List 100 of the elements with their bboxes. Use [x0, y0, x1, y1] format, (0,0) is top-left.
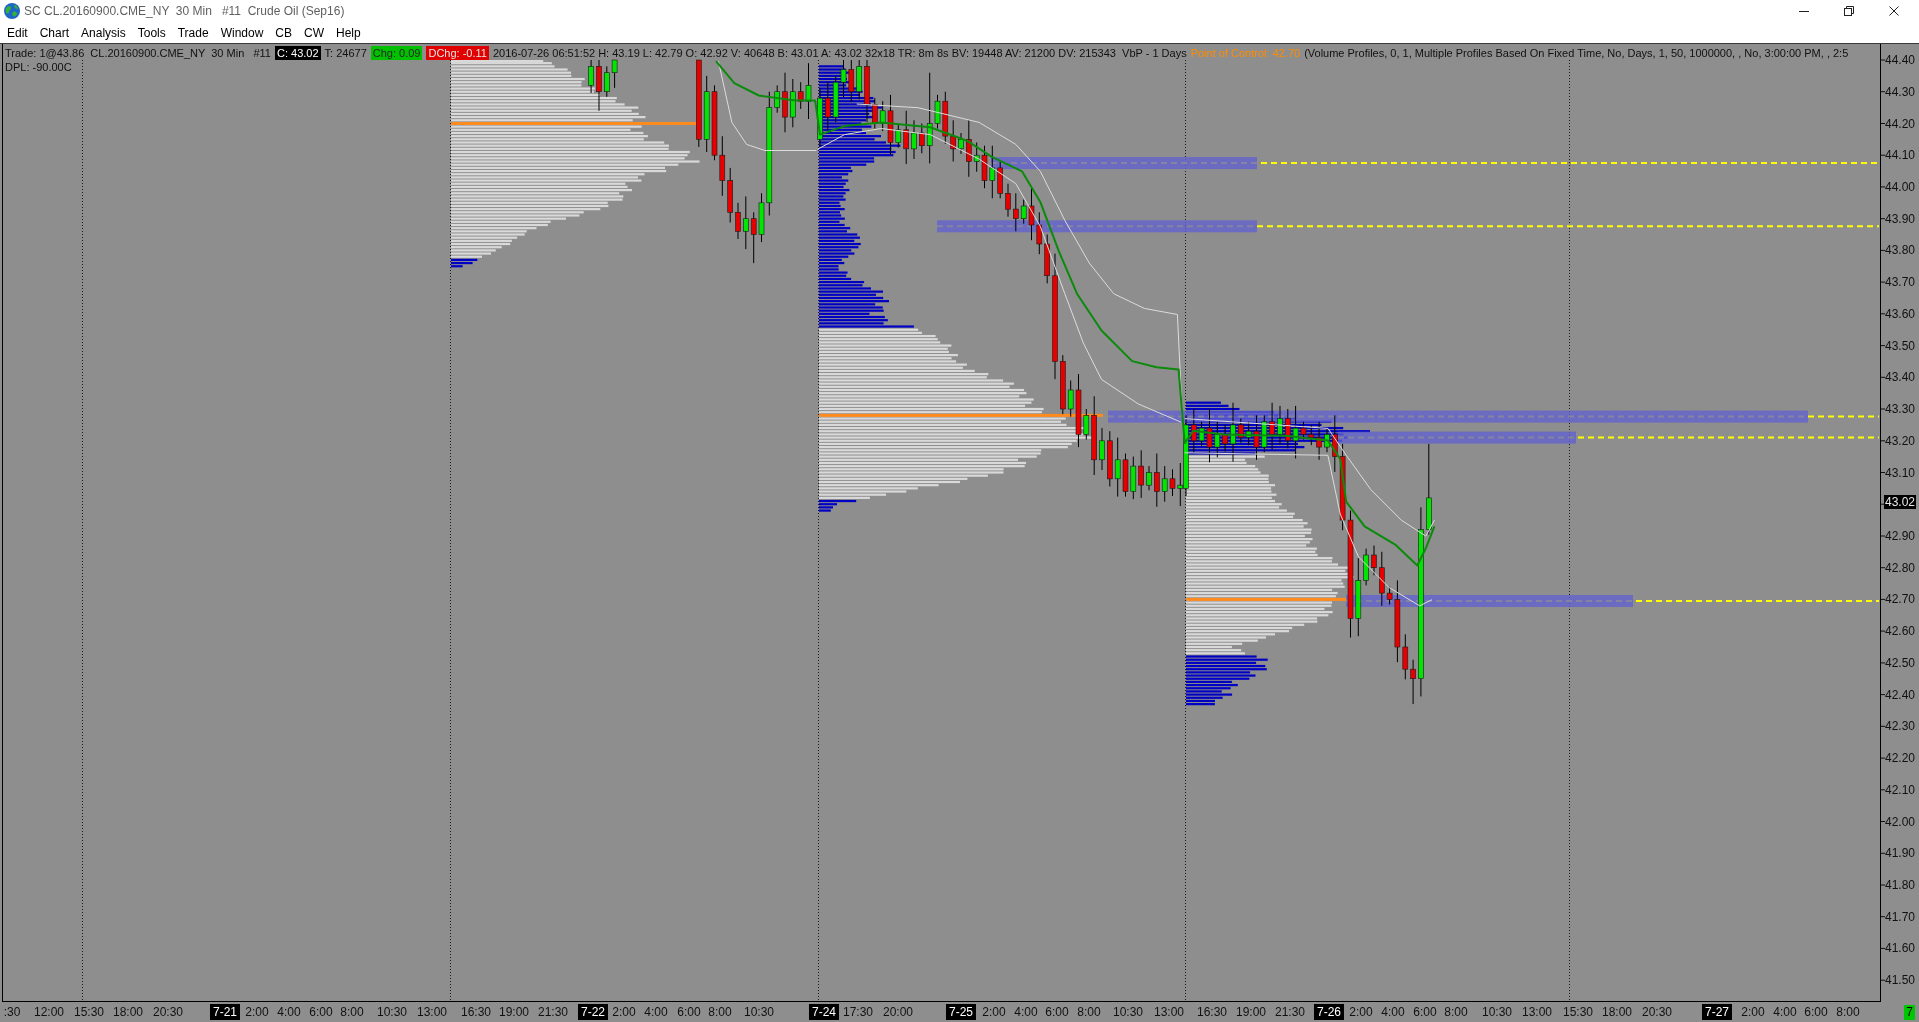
price-axis-label: 44.30: [1885, 84, 1916, 99]
time-axis-label: 10:30: [744, 1004, 774, 1020]
globe-icon: [4, 3, 20, 19]
time-axis-label: 4:00: [277, 1004, 301, 1020]
menu-item[interactable]: Analysis: [75, 24, 132, 41]
change-readout: Chg: 0.09: [370, 46, 423, 60]
date-axis-label: 7-26: [1314, 1004, 1344, 1020]
time-axis-label: 19:00: [499, 1004, 529, 1020]
date-axis-label: 7-22: [578, 1004, 608, 1020]
date-axis-label: 7-21: [210, 1004, 240, 1020]
price-axis-label: 42.70: [1885, 592, 1916, 607]
chart-info-text: T: 24677: [324, 46, 367, 60]
time-axis-label: 19:00: [1236, 1004, 1266, 1020]
time-axis-label: :30: [3, 1004, 21, 1020]
price-axis-label: 43.10: [1885, 465, 1916, 480]
time-axis-label: 20:30: [1642, 1004, 1672, 1020]
time-axis-label: 20:00: [883, 1004, 913, 1020]
time-axis-label: 13:00: [1154, 1004, 1184, 1020]
price-axis-label: 44.20: [1885, 116, 1916, 131]
price-axis-label: 41.70: [1885, 909, 1916, 924]
price-axis-label: 41.80: [1885, 878, 1916, 892]
chart-info-text: Trade: 1@43.86 CL.20160900.CME_NY 30 Min #11: [5, 46, 271, 60]
menu-item[interactable]: CB: [269, 24, 298, 41]
time-axis-label: 4:00: [644, 1004, 668, 1020]
time-axis-label: 10:30: [1482, 1004, 1512, 1020]
time-axis-label: 10:30: [377, 1004, 407, 1020]
menu-item[interactable]: Window: [214, 24, 270, 41]
last-price-marker: 43.02: [1884, 495, 1917, 510]
time-axis-label: 8:00: [1444, 1004, 1468, 1020]
time-axis-label: 10:30: [1113, 1004, 1143, 1020]
time-axis-label: 21:30: [1275, 1004, 1305, 1020]
time-axis-label: 15:30: [1563, 1004, 1593, 1020]
time-axis-label: 2:00: [1741, 1004, 1765, 1020]
time-axis-label: 2:00: [1349, 1004, 1373, 1020]
chart-info-text: (Volume Profiles, 0, 1, Multiple Profiles Based On Fixed Time, No, Days, 1, 50, 1000000, , No, 3:00:00 PM, , 2:5: [1304, 46, 1849, 60]
time-axis-label: 18:00: [1602, 1004, 1632, 1020]
menu-item[interactable]: Tools: [131, 24, 172, 41]
menu-item[interactable]: Chart: [33, 24, 76, 41]
date-axis-label: 7-27: [1702, 1004, 1732, 1020]
price-axis-label: 42.90: [1885, 529, 1916, 543]
time-axis-label: 8:00: [340, 1004, 364, 1020]
daily-change-readout: DChg: -0.11: [426, 46, 489, 60]
close-icon: [1888, 6, 1899, 16]
price-axis-label: 44.40: [1885, 53, 1916, 67]
time-axis-label: 17:30: [843, 1004, 873, 1020]
price-axis-label: 42.20: [1885, 751, 1916, 766]
time-axis-label: 18:00: [113, 1004, 143, 1020]
time-axis-label: 6:00: [677, 1004, 701, 1020]
time-axis-label: 13:00: [417, 1004, 447, 1020]
price-axis-label: 43.30: [1885, 402, 1916, 416]
chart-info-text: DPL: -90.00C: [5, 60, 72, 74]
time-axis-label: 12:00: [34, 1004, 64, 1020]
price-axis-label: 42.30: [1885, 719, 1916, 734]
time-axis-label: 6:00: [1045, 1004, 1069, 1020]
price-axis-label: 41.50: [1885, 973, 1916, 988]
time-axis-label: 21:30: [538, 1004, 568, 1020]
chart-info-text: 2016-07-26 06:51:52 H: 43.19 L: 42.79 O: 42.92 V: 40648 B: 43.01 A: 43.02 32x18 TR: 8m 8s BV: 19448 AV: 21200 DV: 215343 VbP - 1 Days: [492, 46, 1187, 60]
price-axis-label: 42.00: [1885, 814, 1916, 829]
price-axis-label: 43.90: [1885, 211, 1916, 226]
time-axis-label: 6:00: [1804, 1004, 1828, 1020]
menu-item[interactable]: Trade: [171, 24, 215, 41]
price-axis-label: 42.40: [1885, 687, 1916, 702]
time-axis-label: 8:00: [1077, 1004, 1101, 1020]
time-axis-label: 8:00: [708, 1004, 732, 1020]
price-axis-label: 44.10: [1885, 148, 1916, 163]
time-axis-label: 4:00: [1014, 1004, 1038, 1020]
price-axis-label: 42.80: [1885, 560, 1916, 575]
price-axis-label: 43.70: [1885, 275, 1916, 290]
minimize-icon: [1798, 10, 1809, 12]
price-axis-label: 41.90: [1885, 846, 1916, 861]
price-axis-label: 43.80: [1885, 243, 1916, 258]
price-axis-label: 43.50: [1885, 338, 1916, 353]
menu-item[interactable]: CW: [298, 24, 330, 41]
point-of-control-text: Point of Control: 42.70: [1190, 46, 1301, 60]
menu-item[interactable]: Edit: [1, 24, 34, 41]
time-axis-label: 13:00: [1522, 1004, 1552, 1020]
price-axis-label: 42.60: [1885, 624, 1916, 639]
time-axis-label: 15:30: [74, 1004, 104, 1020]
time-axis-label: 16:30: [1197, 1004, 1227, 1020]
date-axis-label: 7-25: [946, 1004, 976, 1020]
close-price-readout: C: 43.02: [274, 46, 321, 60]
time-axis-label: 2:00: [612, 1004, 636, 1020]
corner-indicator: 7: [1904, 1004, 1915, 1020]
price-axis-label: 43.60: [1885, 306, 1916, 321]
time-axis-label: 6:00: [1413, 1004, 1437, 1020]
price-axis-label: 44.00: [1885, 179, 1916, 194]
time-axis-label: 8:00: [1836, 1004, 1860, 1020]
menu-item[interactable]: Help: [330, 24, 367, 41]
time-axis-label: 20:30: [153, 1004, 183, 1020]
restore-icon: [1843, 6, 1854, 16]
time-axis-label: 4:00: [1773, 1004, 1797, 1020]
price-axis-label: 43.20: [1885, 433, 1916, 448]
date-axis-label: 7-24: [809, 1004, 839, 1020]
time-axis-label: 2:00: [982, 1004, 1006, 1020]
time-axis-label: 4:00: [1381, 1004, 1405, 1020]
price-axis-label: 43.40: [1885, 370, 1916, 385]
price-axis-label: 41.60: [1885, 941, 1916, 956]
window-title: SC CL.20160900.CME_NY 30 Min #11 Crude Oil (Sep16): [24, 3, 345, 19]
time-axis-label: 16:30: [461, 1004, 491, 1020]
price-axis-label: 42.50: [1885, 655, 1916, 670]
